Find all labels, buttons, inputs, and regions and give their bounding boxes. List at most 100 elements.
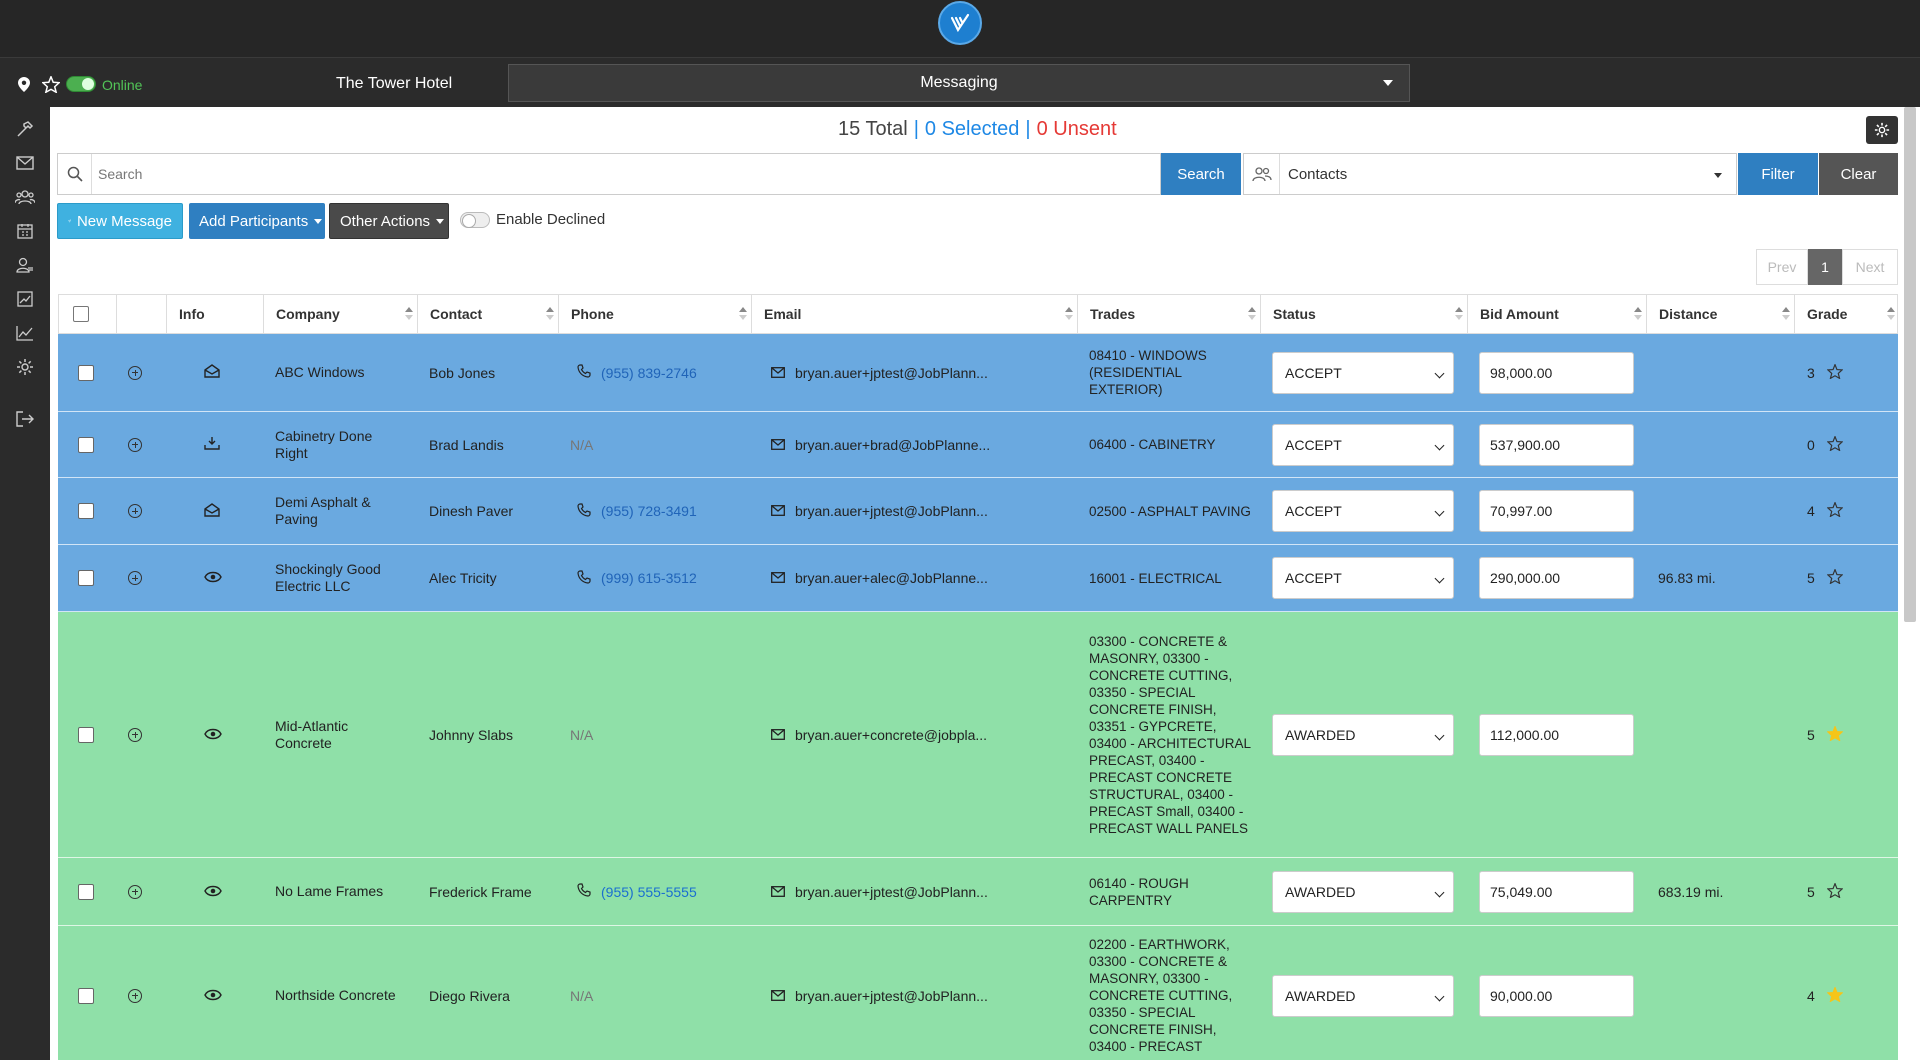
status-select[interactable]: ACCEPT	[1272, 490, 1454, 532]
module-select[interactable]: Messaging	[508, 64, 1410, 102]
calendar-icon[interactable]	[15, 221, 35, 241]
bid-amount-input[interactable]: 75,049.00	[1479, 870, 1634, 913]
bid-amount-input[interactable]: 290,000.00	[1479, 557, 1634, 599]
pager-next-button[interactable]: Next	[1842, 249, 1898, 285]
selected-count[interactable]: 0 Selected	[925, 118, 1020, 140]
envelope-open-icon[interactable]	[204, 364, 220, 381]
phone-na: N/A	[570, 436, 594, 453]
bid-cell: 70,997.00	[1479, 478, 1634, 544]
row-checkbox[interactable]	[78, 364, 94, 381]
app-logo[interactable]	[938, 1, 982, 45]
settings-gear-icon[interactable]	[15, 357, 35, 377]
search-button[interactable]: Search	[1161, 153, 1241, 195]
expand-plus-icon[interactable]	[128, 988, 142, 1003]
phone-link[interactable]: (999) 615-3512	[601, 570, 697, 586]
download-tray-icon[interactable]	[204, 436, 220, 453]
star-filled-icon[interactable]	[1826, 724, 1844, 744]
eye-icon[interactable]	[204, 884, 222, 900]
eye-icon[interactable]	[204, 570, 222, 586]
table-settings-button[interactable]	[1866, 116, 1898, 144]
clear-button[interactable]: Clear	[1819, 153, 1898, 195]
expand-plus-icon[interactable]	[128, 884, 142, 899]
header-contact[interactable]: Contact	[418, 295, 559, 333]
eye-icon[interactable]	[204, 988, 222, 1004]
status-select[interactable]: AWARDED	[1272, 713, 1454, 756]
unsent-count[interactable]: 0 Unsent	[1037, 118, 1117, 140]
expand-plus-icon[interactable]	[128, 365, 142, 380]
other-actions-button[interactable]: Other Actions	[329, 203, 449, 239]
search-input[interactable]	[98, 162, 1148, 186]
logout-icon[interactable]	[15, 409, 35, 429]
envelope-open-icon[interactable]	[204, 502, 220, 520]
star-outline-icon[interactable]	[1826, 362, 1844, 382]
status-select[interactable]: ACCEPT	[1272, 351, 1454, 394]
status-select[interactable]: ACCEPT	[1272, 557, 1454, 599]
star-filled-icon[interactable]	[1826, 985, 1844, 1005]
contacts-filter-select[interactable]: Contacts	[1243, 153, 1737, 195]
star-outline-icon[interactable]	[1826, 881, 1844, 901]
bid-amount-input[interactable]: 90,000.00	[1479, 974, 1634, 1017]
email-link[interactable]: bryan.auer+brad@JobPlanne...	[795, 437, 990, 453]
pager-page-1[interactable]: 1	[1808, 249, 1842, 285]
envelope-icon	[771, 988, 795, 1004]
header-company[interactable]: Company	[264, 295, 418, 333]
status-select[interactable]: AWARDED	[1272, 870, 1454, 913]
pager-prev-button[interactable]: Prev	[1756, 249, 1808, 285]
bid-amount-input[interactable]: 537,900.00	[1479, 423, 1634, 466]
row-checkbox[interactable]	[78, 570, 94, 586]
email-link[interactable]: bryan.auer+jptest@JobPlann...	[795, 365, 988, 381]
email-link[interactable]: bryan.auer+concrete@jobpla...	[795, 727, 987, 743]
expand-plus-icon[interactable]	[128, 727, 142, 742]
header-grade[interactable]: Grade	[1795, 295, 1899, 333]
header-distance[interactable]: Distance	[1647, 295, 1795, 333]
expand-plus-icon[interactable]	[128, 571, 142, 585]
line-chart-icon[interactable]	[15, 323, 35, 343]
grade-value: 5	[1807, 570, 1815, 586]
star-outline-icon[interactable]	[1826, 434, 1844, 454]
phone-link[interactable]: (955) 728-3491	[601, 503, 697, 519]
filter-button[interactable]: Filter	[1738, 153, 1818, 195]
email-link[interactable]: bryan.auer+jptest@JobPlann...	[795, 503, 988, 519]
bid-amount-input[interactable]: 70,997.00	[1479, 490, 1634, 532]
add-participants-button[interactable]: Add Participants	[189, 203, 325, 239]
row-checkbox[interactable]	[78, 503, 94, 519]
status-select[interactable]: ACCEPT	[1272, 423, 1454, 466]
row-checkbox[interactable]	[78, 987, 94, 1004]
star-outline-icon[interactable]	[1826, 501, 1844, 520]
map-pin-icon[interactable]	[18, 77, 30, 95]
online-toggle[interactable]	[66, 76, 96, 92]
phone-link[interactable]: (955) 839-2746	[601, 365, 697, 381]
chart-report-icon[interactable]	[15, 289, 35, 309]
row-checkbox[interactable]	[78, 436, 94, 453]
user-card-icon[interactable]	[15, 255, 35, 275]
users-group-icon[interactable]	[15, 187, 35, 207]
email-link[interactable]: bryan.auer+alec@JobPlanne...	[795, 570, 988, 586]
eye-icon[interactable]	[204, 727, 222, 743]
email-link[interactable]: bryan.auer+jptest@JobPlann...	[795, 884, 988, 900]
favorite-star-icon[interactable]	[41, 74, 61, 96]
header-email[interactable]: Email	[752, 295, 1078, 333]
star-outline-icon[interactable]	[1826, 568, 1844, 587]
header-trades[interactable]: Trades	[1078, 295, 1261, 333]
phone-link[interactable]: (955) 555-5555	[601, 884, 697, 900]
header-phone[interactable]: Phone	[559, 295, 752, 333]
hammer-icon[interactable]	[15, 119, 35, 139]
email-link[interactable]: bryan.auer+jptest@JobPlann...	[795, 988, 988, 1004]
header-bid-amount[interactable]: Bid Amount	[1468, 295, 1647, 333]
expand-plus-icon[interactable]	[128, 437, 142, 452]
envelope-icon[interactable]	[15, 153, 35, 173]
phone-icon	[577, 364, 601, 381]
enable-declined-toggle[interactable]	[460, 212, 490, 228]
trades-text: 02500 - ASPHALT PAVING	[1089, 503, 1251, 519]
bid-amount-input[interactable]: 98,000.00	[1479, 351, 1634, 394]
header-status[interactable]: Status	[1261, 295, 1468, 333]
new-message-button[interactable]: New Message	[57, 203, 183, 239]
vertical-scrollbar[interactable]	[1904, 107, 1916, 622]
contact-name: Alec Tricity	[429, 570, 497, 586]
expand-plus-icon[interactable]	[128, 504, 142, 518]
row-checkbox[interactable]	[78, 726, 94, 743]
row-checkbox[interactable]	[78, 883, 94, 900]
status-select[interactable]: AWARDED	[1272, 974, 1454, 1017]
select-all-checkbox[interactable]	[73, 306, 89, 322]
bid-amount-input[interactable]: 112,000.00	[1479, 713, 1634, 756]
